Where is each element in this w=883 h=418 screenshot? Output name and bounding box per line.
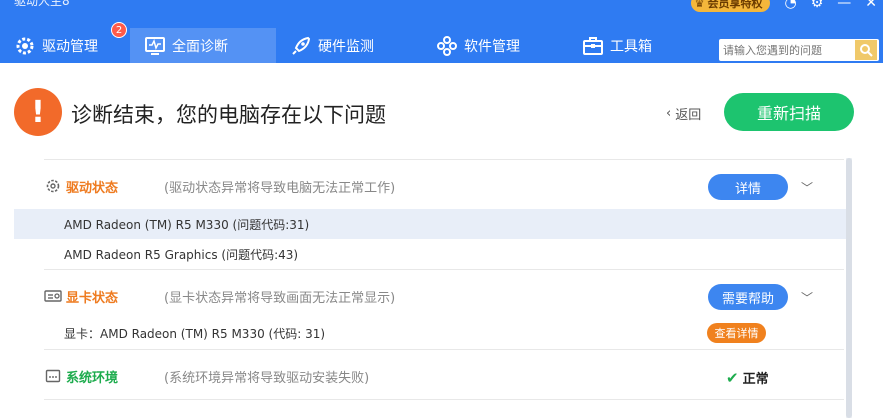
chat-icon[interactable]: ◔ bbox=[784, 0, 796, 10]
chevron-down-icon[interactable]: ﹀ bbox=[801, 179, 813, 196]
apps-icon bbox=[436, 35, 458, 57]
nav-label: 驱动管理 bbox=[42, 38, 98, 55]
divider bbox=[44, 399, 844, 400]
back-link[interactable]: ‹ 返回 bbox=[666, 104, 701, 123]
list-item[interactable]: AMD Radeon (TM) R5 M330 (问题代码:31) bbox=[14, 209, 846, 239]
checkmark-icon: ✔ bbox=[726, 368, 739, 387]
status-badge: ✔ 正常 bbox=[726, 368, 769, 388]
page-title: 诊断结束，您的电脑存在以下问题 bbox=[71, 103, 386, 127]
search-icon[interactable] bbox=[855, 40, 877, 60]
nav-full-diagnosis[interactable]: 全面诊断 bbox=[130, 28, 276, 63]
crown-icon: ♛ bbox=[694, 0, 705, 10]
nav-label: 工具箱 bbox=[610, 38, 652, 55]
section-name: 驱动状态 bbox=[66, 180, 119, 196]
status-label: 正常 bbox=[742, 372, 769, 387]
nav-label: 硬件监测 bbox=[318, 38, 374, 55]
section-system-env: 系统环境 (系统环境异常将导致驱动安装失败) bbox=[44, 361, 824, 391]
nav-hardware-monitor[interactable]: 硬件监测 bbox=[276, 28, 422, 63]
back-label: 返回 bbox=[675, 108, 702, 123]
gear-icon bbox=[44, 177, 62, 195]
gear-icon bbox=[14, 35, 36, 57]
rocket-icon bbox=[290, 35, 312, 57]
window-icon bbox=[44, 367, 62, 385]
section-desc: (驱动状态异常将导致电脑无法正常工作) bbox=[164, 180, 396, 196]
nav-software-manage[interactable]: 软件管理 bbox=[422, 28, 568, 63]
close-icon[interactable]: ✕ bbox=[865, 0, 877, 10]
app-title: 驱动人生8 bbox=[14, 0, 70, 8]
section-driver-status: 驱动状态 (驱动状态异常将导致电脑无法正常工作) bbox=[44, 171, 824, 201]
chevron-down-icon[interactable]: ﹀ bbox=[801, 289, 813, 306]
section-desc: (显卡状态异常将导致画面无法正常显示) bbox=[164, 290, 396, 306]
section-desc: (系统环境异常将导致驱动安装失败) bbox=[164, 370, 370, 386]
minimize-icon[interactable]: — bbox=[837, 0, 851, 10]
monitor-pulse-icon bbox=[144, 35, 166, 57]
rescan-button[interactable]: 重新扫描 bbox=[724, 93, 854, 131]
gpu-help-button[interactable]: 需要帮助 bbox=[708, 284, 788, 310]
notification-badge: 2 bbox=[111, 22, 127, 38]
chevron-left-icon: ‹ bbox=[666, 106, 672, 121]
view-details-button[interactable]: 查看详情 bbox=[707, 323, 766, 343]
section-gpu-status: 显卡状态 (显卡状态异常将导致画面无法正常显示) bbox=[44, 281, 824, 311]
settings-icon[interactable]: ⚙ bbox=[811, 0, 824, 10]
warning-icon: ! bbox=[14, 88, 62, 136]
search-input[interactable] bbox=[719, 40, 855, 60]
top-bar: 驱动人生8 ♛ 会员享特权 ◔ ⚙ — ✕ 驱动管理 2 全面诊断 硬件监测 软… bbox=[0, 0, 883, 63]
nav-driver-manage[interactable]: 驱动管理 2 bbox=[0, 22, 130, 63]
scrollbar-thumb[interactable] bbox=[846, 158, 852, 418]
main-nav: 驱动管理 2 全面诊断 硬件监测 软件管理 工具箱 bbox=[0, 22, 698, 63]
vip-label: 会员享特权 bbox=[707, 0, 763, 10]
window-controls: ♛ 会员享特权 ◔ ⚙ — ✕ bbox=[690, 0, 877, 12]
divider bbox=[44, 349, 844, 350]
section-name: 系统环境 bbox=[66, 370, 119, 386]
nav-toolbox[interactable]: 工具箱 bbox=[568, 28, 698, 63]
divider bbox=[44, 269, 844, 270]
gpu-card-icon bbox=[44, 287, 62, 305]
divider bbox=[44, 159, 844, 160]
section-name: 显卡状态 bbox=[66, 290, 119, 306]
toolbox-icon bbox=[582, 35, 604, 57]
search-box bbox=[719, 39, 879, 61]
list-item[interactable]: AMD Radeon R5 Graphics (问题代码:43) bbox=[14, 239, 846, 269]
nav-label: 全面诊断 bbox=[172, 38, 228, 55]
nav-label: 软件管理 bbox=[464, 38, 520, 55]
vip-badge[interactable]: ♛ 会员享特权 bbox=[690, 0, 771, 12]
driver-details-button[interactable]: 详情 bbox=[708, 174, 788, 200]
